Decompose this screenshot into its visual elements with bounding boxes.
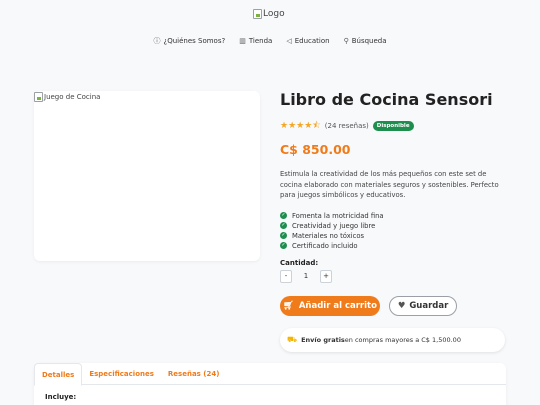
product-description: Estimula la creatividad de los más peque… <box>280 170 499 199</box>
save-label: Guardar <box>409 300 449 311</box>
broken-image-icon <box>253 9 262 19</box>
review-count[interactable]: (24 reseñas) <box>325 122 369 130</box>
quantity-input[interactable]: 1 <box>292 272 320 280</box>
nav-label: Búsqueda <box>351 37 387 45</box>
quantity-increase-button[interactable]: + <box>320 269 332 283</box>
search-icon: ⚲ <box>343 37 349 45</box>
main-nav: ⓘ ¿Quiénes Somos? ▥ Tienda ◁ Education ⚲… <box>0 36 540 46</box>
quantity-decrease-button[interactable]: - <box>280 269 292 283</box>
logo-alt-text: Logo <box>263 9 285 19</box>
heart-icon: ♥ <box>397 300 406 311</box>
product-title: Libro de Cocina Sensori <box>280 90 493 109</box>
product-image-alt: Juego de Cocina <box>34 92 100 102</box>
truck-icon: ⛟ <box>287 334 298 344</box>
add-to-cart-label: Añadir al carrito <box>298 300 377 311</box>
feature-item: ✓ Fomenta la motricidad fina <box>280 211 510 221</box>
tab-especificaciones[interactable]: Especificaciones <box>82 363 161 384</box>
feature-text: Certificado incluido <box>292 241 358 250</box>
nav-label: ¿Quiénes Somos? <box>163 37 226 45</box>
cart-icon: 🛒︎ <box>283 300 294 311</box>
quantity-label: Cantidad: <box>280 258 319 267</box>
check-circle-icon: ✓ <box>280 232 287 239</box>
add-to-cart-button[interactable]: 🛒︎ Añadir al carrito <box>280 295 380 316</box>
nav-item-education[interactable]: ◁ Education <box>286 36 329 46</box>
shipping-bold-text: Envío gratis <box>301 335 345 344</box>
save-button[interactable]: ♥ Guardar <box>389 295 457 316</box>
product-image-alt-text: Juego de Cocina <box>44 93 101 101</box>
shipping-text: en compras mayores a C$ 1,500.00 <box>344 335 461 344</box>
logo[interactable]: Logo <box>253 9 285 19</box>
product-image: Juego de Cocina <box>34 91 260 261</box>
check-circle-icon: ✓ <box>280 242 287 249</box>
nav-label: Education <box>294 37 330 45</box>
rating-row: ★★★★⯪ (24 reseñas) Disponible <box>280 118 510 134</box>
nav-item-quienes-somos[interactable]: ⓘ ¿Quiénes Somos? <box>153 36 225 46</box>
star-rating-icon: ★★★★⯪ <box>280 121 321 131</box>
check-circle-icon: ✓ <box>280 222 287 229</box>
product-info: Libro de Cocina Sensori ★★★★⯪ (24 reseña… <box>280 90 510 352</box>
quantity-stepper: - 1 + <box>280 269 510 283</box>
availability-badge: Disponible <box>372 121 414 131</box>
action-buttons: 🛒︎ Añadir al carrito ♥ Guardar <box>280 295 510 316</box>
feature-item: ✓ Certificado incluido <box>280 241 510 251</box>
shipping-notice: ⛟ Envío gratisen compras mayores a C$ 1,… <box>280 327 505 352</box>
nav-item-busqueda[interactable]: ⚲ Búsqueda <box>344 36 387 46</box>
details-card: Detalles Especificaciones Reseñas (24) I… <box>34 363 506 405</box>
info-circle-icon: ⓘ <box>153 37 161 45</box>
check-circle-icon: ✓ <box>280 212 287 219</box>
feature-text: Creatividad y juego libre <box>292 221 376 230</box>
broken-image-icon <box>34 92 43 102</box>
feature-text: Fomenta la motricidad fina <box>292 211 384 220</box>
store-icon: ▥ <box>239 37 246 45</box>
megaphone-icon: ◁ <box>286 37 292 45</box>
feature-list: ✓ Fomenta la motricidad fina ✓ Creatividad… <box>280 211 510 251</box>
nav-label: Tienda <box>248 37 273 45</box>
feature-item: ✓ Creatividad y juego libre <box>280 221 510 231</box>
product-price: C$ 850.00 <box>280 142 351 157</box>
nav-item-tienda[interactable]: ▥ Tienda <box>239 36 272 46</box>
site-header: Logo ⓘ ¿Quiénes Somos? ▥ Tienda ◁ Educat… <box>0 0 540 60</box>
tab-resenas[interactable]: Reseñas (24) <box>161 363 227 384</box>
feature-item: ✓ Materiales no tóxicos <box>280 231 510 241</box>
includes-heading: Incluye: <box>45 393 77 401</box>
tab-detalles[interactable]: Detalles <box>34 363 83 386</box>
tab-bar: Detalles Especificaciones Reseñas (24) <box>34 363 506 386</box>
feature-text: Materiales no tóxicos <box>292 231 365 240</box>
